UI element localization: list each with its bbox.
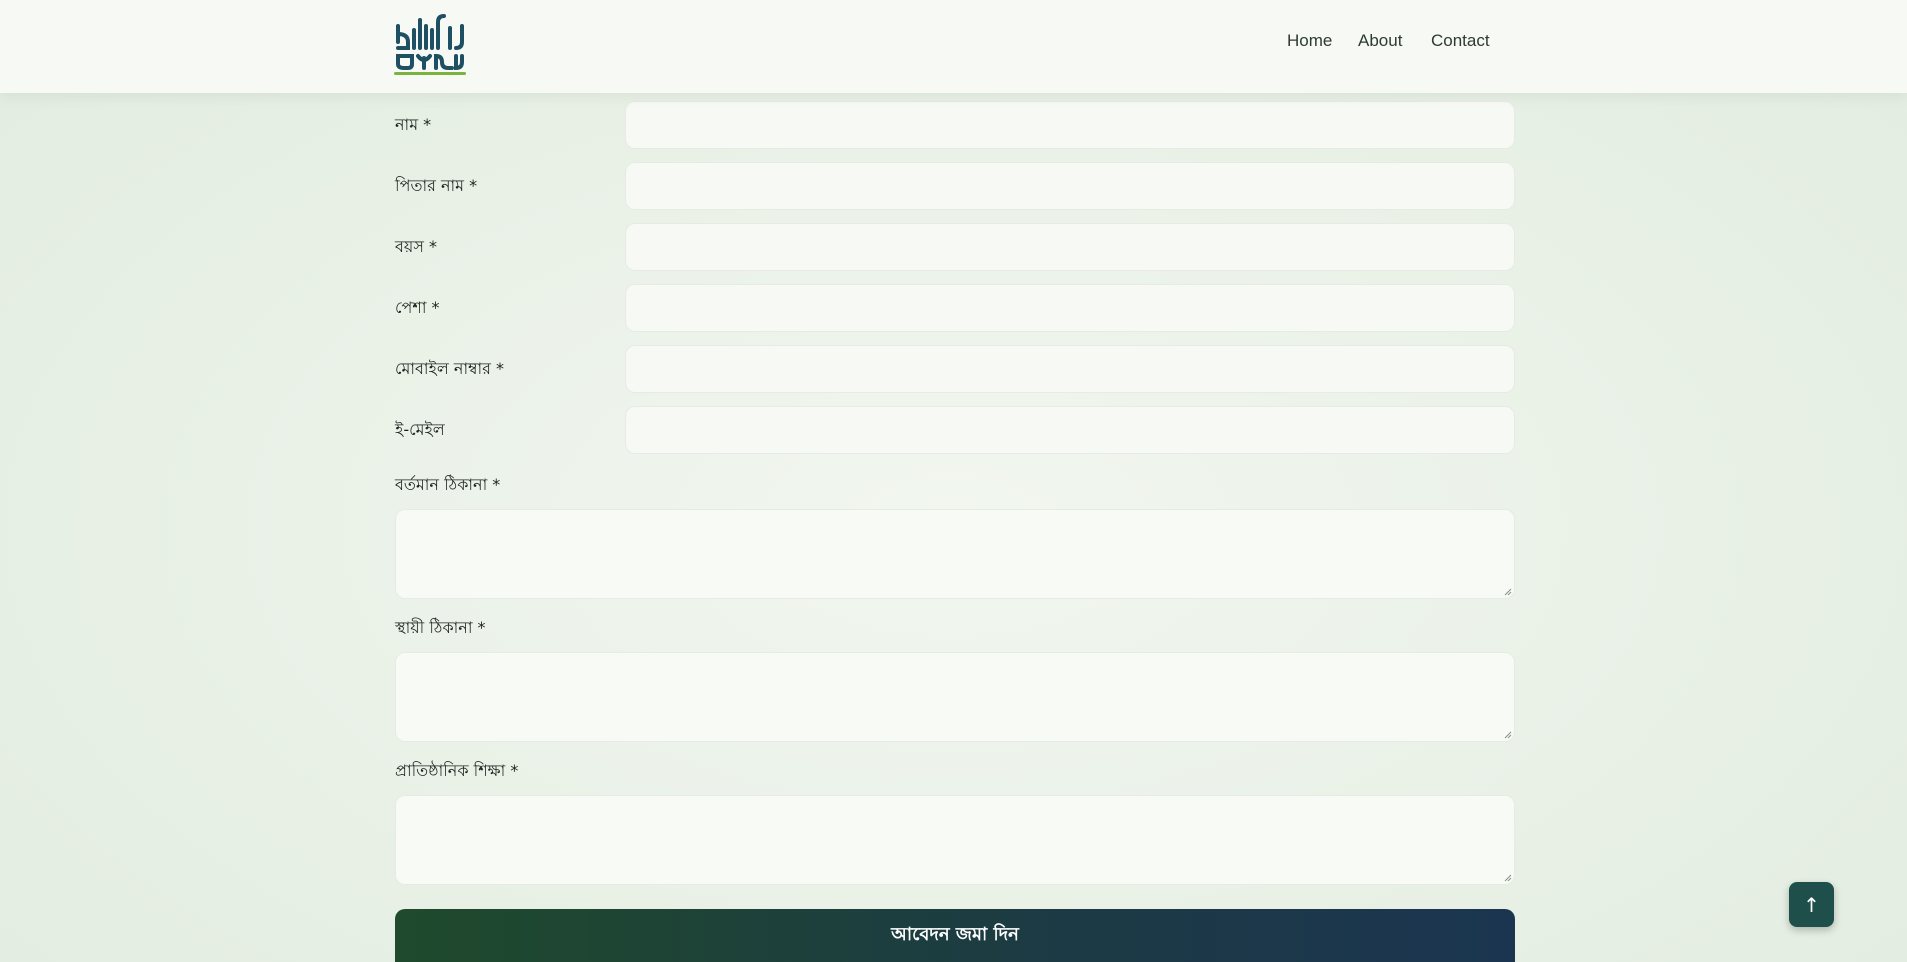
mobile-number-label: মোবাইল নাম্বার * (395, 359, 505, 378)
age-input[interactable] (625, 223, 1515, 271)
nav-about-link[interactable]: About (1358, 31, 1402, 51)
resize-grip-icon[interactable] (1502, 872, 1512, 882)
name-input[interactable] (625, 101, 1515, 149)
permanent-address-label: স্থায়ী ঠিকানা * (395, 618, 486, 637)
submit-application-button[interactable]: আবেদন জমা দিন (395, 909, 1515, 962)
occupation-label: পেশা * (395, 298, 440, 317)
logo-mark-icon (394, 14, 466, 75)
institutional-education-textarea[interactable] (395, 795, 1515, 885)
nav-contact-link[interactable]: Contact (1431, 31, 1490, 51)
resize-grip-icon[interactable] (1502, 729, 1512, 739)
nav-home-link[interactable]: Home (1287, 31, 1332, 51)
name-label: নাম * (395, 115, 432, 134)
site-header: Home About Contact (0, 0, 1907, 93)
institutional-education-label: প্রাতিষ্ঠানিক শিক্ষা * (395, 761, 519, 780)
father-name-input[interactable] (625, 162, 1515, 210)
arrow-up-icon: ↑ (1803, 892, 1820, 917)
mobile-number-input[interactable] (625, 345, 1515, 393)
father-name-label: পিতার নাম * (395, 176, 478, 195)
present-address-textarea[interactable] (395, 509, 1515, 599)
logo[interactable] (394, 12, 466, 78)
resize-grip-icon[interactable] (1502, 586, 1512, 596)
present-address-label: বর্তমান ঠিকানা * (395, 475, 501, 494)
email-label: ই-মেইল (395, 420, 445, 439)
permanent-address-textarea[interactable] (395, 652, 1515, 742)
occupation-input[interactable] (625, 284, 1515, 332)
age-label: বয়স * (395, 237, 437, 256)
email-input[interactable] (625, 406, 1515, 454)
scroll-to-top-button[interactable]: ↑ (1789, 882, 1834, 927)
